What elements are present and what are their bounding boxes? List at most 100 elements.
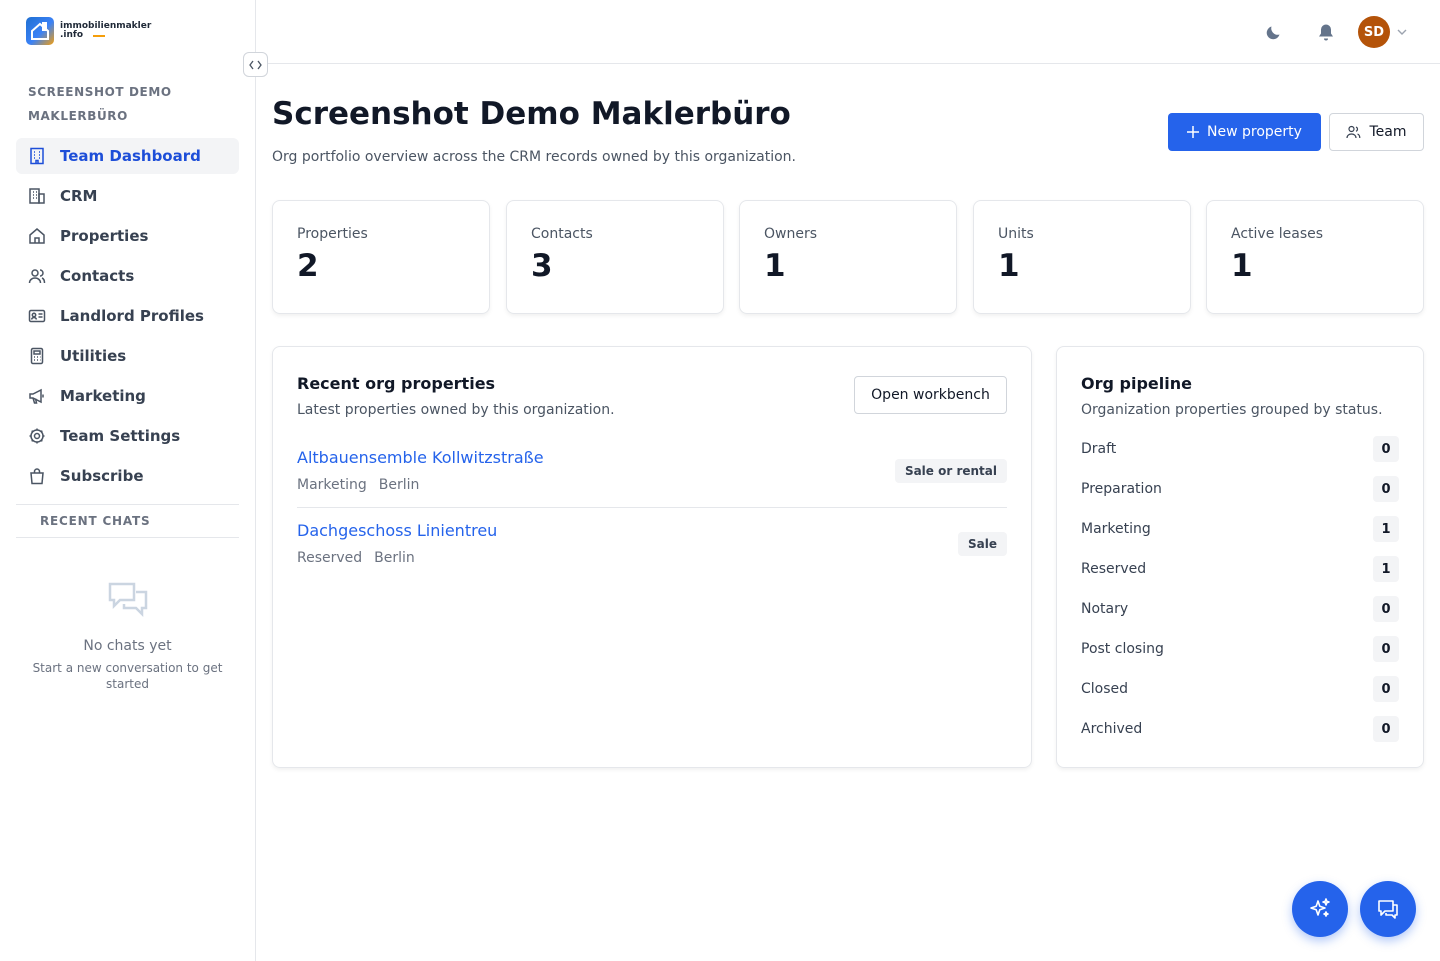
list-item: Altbauensemble Kollwitzstraße Marketing B… (297, 448, 1007, 493)
id-card-icon (28, 309, 46, 323)
panel-subtitle: Organization properties grouped by statu… (1081, 402, 1383, 418)
property-city: Berlin (378, 477, 420, 493)
org-name: SCREENSHOT DEMO MAKLERBÜRO (28, 85, 172, 123)
status-badge: Sale or rental (894, 459, 1007, 483)
divider (297, 507, 1007, 508)
chevron-down-icon (1397, 29, 1407, 35)
property-status: Reserved (297, 550, 363, 566)
ai-assistant-button[interactable] (1292, 881, 1348, 937)
notifications-button[interactable] (1310, 16, 1342, 48)
logo-icon (26, 17, 54, 45)
sidebar-item-crm[interactable]: CRM (16, 178, 239, 214)
sidebar-item-contacts[interactable]: Contacts (16, 258, 239, 294)
pipeline-label: Notary (1081, 601, 1129, 617)
building-icon (30, 147, 44, 165)
stat-value: 1 (998, 248, 1020, 284)
pipeline-count: 1 (1373, 516, 1399, 542)
theme-toggle-button[interactable] (1258, 16, 1290, 48)
list-item: Dachgeschoss Linientreu Reserved Berlin S… (297, 521, 1007, 566)
topbar: SD (256, 0, 1440, 64)
pipeline-label: Post closing (1081, 641, 1164, 657)
stat-value: 1 (764, 248, 786, 284)
avatar[interactable]: SD (1358, 16, 1390, 48)
stat-label: Units (998, 226, 1034, 242)
chat-button[interactable] (1360, 881, 1416, 937)
empty-chats-title: No chats yet (83, 638, 172, 654)
pipeline-label: Reserved (1081, 561, 1147, 577)
pipeline-row-post-closing: Post closing 0 (1081, 636, 1399, 662)
pipeline-row-closed: Closed 0 (1081, 676, 1399, 702)
pipeline-count: 0 (1373, 436, 1399, 462)
stat-label: Owners (764, 226, 818, 242)
open-workbench-button[interactable]: Open workbench (854, 376, 1007, 414)
chat-bubbles-icon (108, 582, 147, 618)
stat-card-contacts: Contacts 3 (506, 200, 724, 314)
page-title: Screenshot Demo Maklerbüro (272, 96, 791, 132)
sidebar-item-team-dashboard[interactable]: Team Dashboard (16, 138, 239, 174)
stat-value: 3 (531, 248, 553, 284)
stat-card-properties: Properties 2 (272, 200, 490, 314)
sidebar-item-subscribe[interactable]: Subscribe (16, 458, 239, 494)
calculator-icon (30, 347, 44, 365)
stat-card-units: Units 1 (973, 200, 1191, 314)
sidebar-item-properties[interactable]: Properties (16, 218, 239, 254)
pipeline-label: Draft (1081, 441, 1117, 457)
status-badge: Sale (958, 532, 1007, 556)
team-button[interactable]: Team (1329, 113, 1424, 151)
user-menu-chevron[interactable] (1394, 16, 1410, 48)
megaphone-icon (29, 388, 44, 404)
empty-chats: No chats yet Start a new conversation to… (16, 580, 239, 692)
org-pipeline-panel: Org pipeline Organization properties gro… (1056, 346, 1424, 768)
sidebar-item-label: CRM (60, 187, 98, 205)
brand-logo[interactable]: immobilienmakler .info (26, 17, 151, 45)
stat-card-active-leases: Active leases 1 (1206, 200, 1424, 314)
sidebar-item-label: Subscribe (60, 467, 144, 485)
pipeline-count: 0 (1373, 636, 1399, 662)
sidebar: immobilienmakler .info SCREENSHOT DEMO M… (0, 0, 256, 961)
stat-label: Contacts (531, 226, 593, 242)
new-property-button[interactable]: New property (1168, 113, 1321, 151)
users-icon (1346, 125, 1361, 139)
sidebar-item-label: Utilities (60, 347, 127, 365)
sidebar-item-label: Team Dashboard (60, 147, 201, 165)
pipeline-label: Closed (1081, 681, 1129, 697)
pipeline-row-archived: Archived 0 (1081, 716, 1399, 742)
stat-label: Properties (297, 226, 368, 242)
sparkles-icon (1310, 898, 1330, 917)
moon-icon (1266, 26, 1280, 40)
property-status: Marketing (297, 477, 367, 493)
sidebar-item-label: Team Settings (60, 427, 181, 445)
property-link[interactable]: Dachgeschoss Linientreu (297, 521, 1007, 540)
pipeline-count: 1 (1373, 556, 1399, 582)
panel-subtitle: Latest properties owned by this organiza… (297, 402, 615, 418)
panel-title: Org pipeline (1081, 374, 1192, 393)
sidebar-item-label: Properties (60, 227, 149, 245)
sidebar-item-landlord-profiles[interactable]: Landlord Profiles (16, 298, 239, 334)
code-brackets-icon (249, 60, 262, 69)
sidebar-item-team-settings[interactable]: Team Settings (16, 418, 239, 454)
pipeline-row-marketing: Marketing 1 (1081, 516, 1399, 542)
pipeline-row-reserved: Reserved 1 (1081, 556, 1399, 582)
stat-value: 1 (1231, 248, 1253, 284)
sidebar-item-marketing[interactable]: Marketing (16, 378, 239, 414)
stat-value: 2 (297, 248, 319, 284)
shopping-bag-icon (30, 468, 44, 485)
sidebar-item-utilities[interactable]: Utilities (16, 338, 239, 374)
sidebar-item-label: Marketing (60, 387, 146, 405)
property-city: Berlin (374, 550, 415, 566)
pipeline-label: Preparation (1081, 481, 1162, 497)
plus-icon (1187, 126, 1200, 138)
pipeline-label: Archived (1081, 721, 1143, 737)
recent-chats-heading: RECENT CHATS (16, 504, 239, 538)
pipeline-count: 0 (1373, 676, 1399, 702)
empty-chats-subtitle: Start a new conversation to get started (32, 661, 223, 691)
users-icon (28, 269, 46, 284)
pipeline-count: 0 (1373, 716, 1399, 742)
pipeline-label: Marketing (1081, 521, 1151, 537)
brand-line2: .info (60, 30, 84, 40)
stat-label: Active leases (1231, 226, 1324, 242)
new-property-label: New property (1207, 124, 1302, 140)
sidebar-toggle-button[interactable] (243, 52, 268, 77)
pipeline-count: 0 (1373, 596, 1399, 622)
sidebar-nav: Team Dashboard CRM Properties Contacts L… (16, 138, 239, 498)
